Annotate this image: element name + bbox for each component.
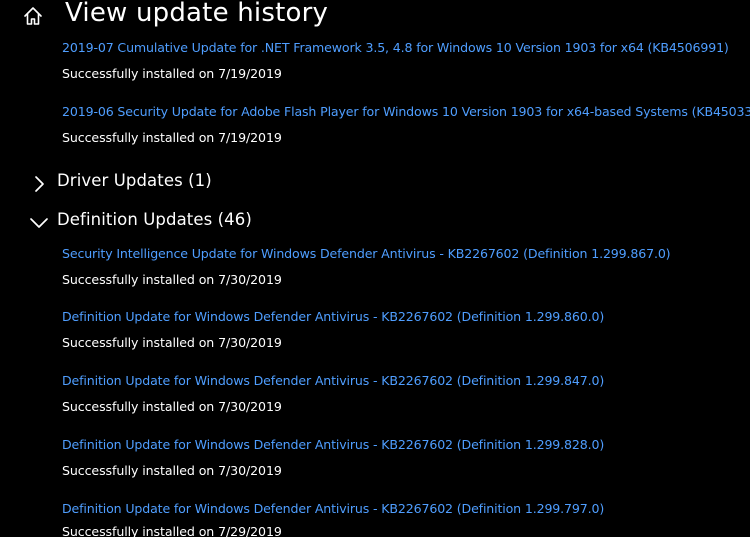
update-status: Successfully installed on 7/30/2019 [62, 272, 282, 287]
home-icon[interactable] [22, 5, 44, 27]
chevron-right-icon [28, 173, 50, 195]
update-status: Successfully installed on 7/29/2019 [62, 524, 282, 537]
definition-update-link[interactable]: Security Intelligence Update for Windows… [62, 246, 671, 261]
page-header: View update history [0, 0, 750, 30]
page-title: View update history [65, 0, 329, 28]
definition-updates-toggle[interactable]: Definition Updates (46) [28, 210, 428, 236]
chevron-down-icon [28, 212, 50, 234]
definition-update-link[interactable]: Definition Update for Windows Defender A… [62, 309, 604, 324]
definition-update-link[interactable]: Definition Update for Windows Defender A… [62, 501, 604, 516]
update-link[interactable]: 2019-06 Security Update for Adobe Flash … [62, 104, 750, 119]
update-history-page: View update history 2019-07 Cumulative U… [0, 0, 750, 537]
definition-update-link[interactable]: Definition Update for Windows Defender A… [62, 373, 604, 388]
update-status: Successfully installed on 7/19/2019 [62, 66, 282, 81]
definition-update-link[interactable]: Definition Update for Windows Defender A… [62, 437, 604, 452]
update-status: Successfully installed on 7/30/2019 [62, 463, 282, 478]
driver-updates-label: Driver Updates (1) [57, 171, 212, 190]
definition-updates-label: Definition Updates (46) [57, 210, 252, 229]
update-link[interactable]: 2019-07 Cumulative Update for .NET Frame… [62, 40, 729, 55]
driver-updates-toggle[interactable]: Driver Updates (1) [28, 171, 428, 197]
update-status: Successfully installed on 7/30/2019 [62, 335, 282, 350]
update-status: Successfully installed on 7/19/2019 [62, 130, 282, 145]
update-status: Successfully installed on 7/30/2019 [62, 399, 282, 414]
